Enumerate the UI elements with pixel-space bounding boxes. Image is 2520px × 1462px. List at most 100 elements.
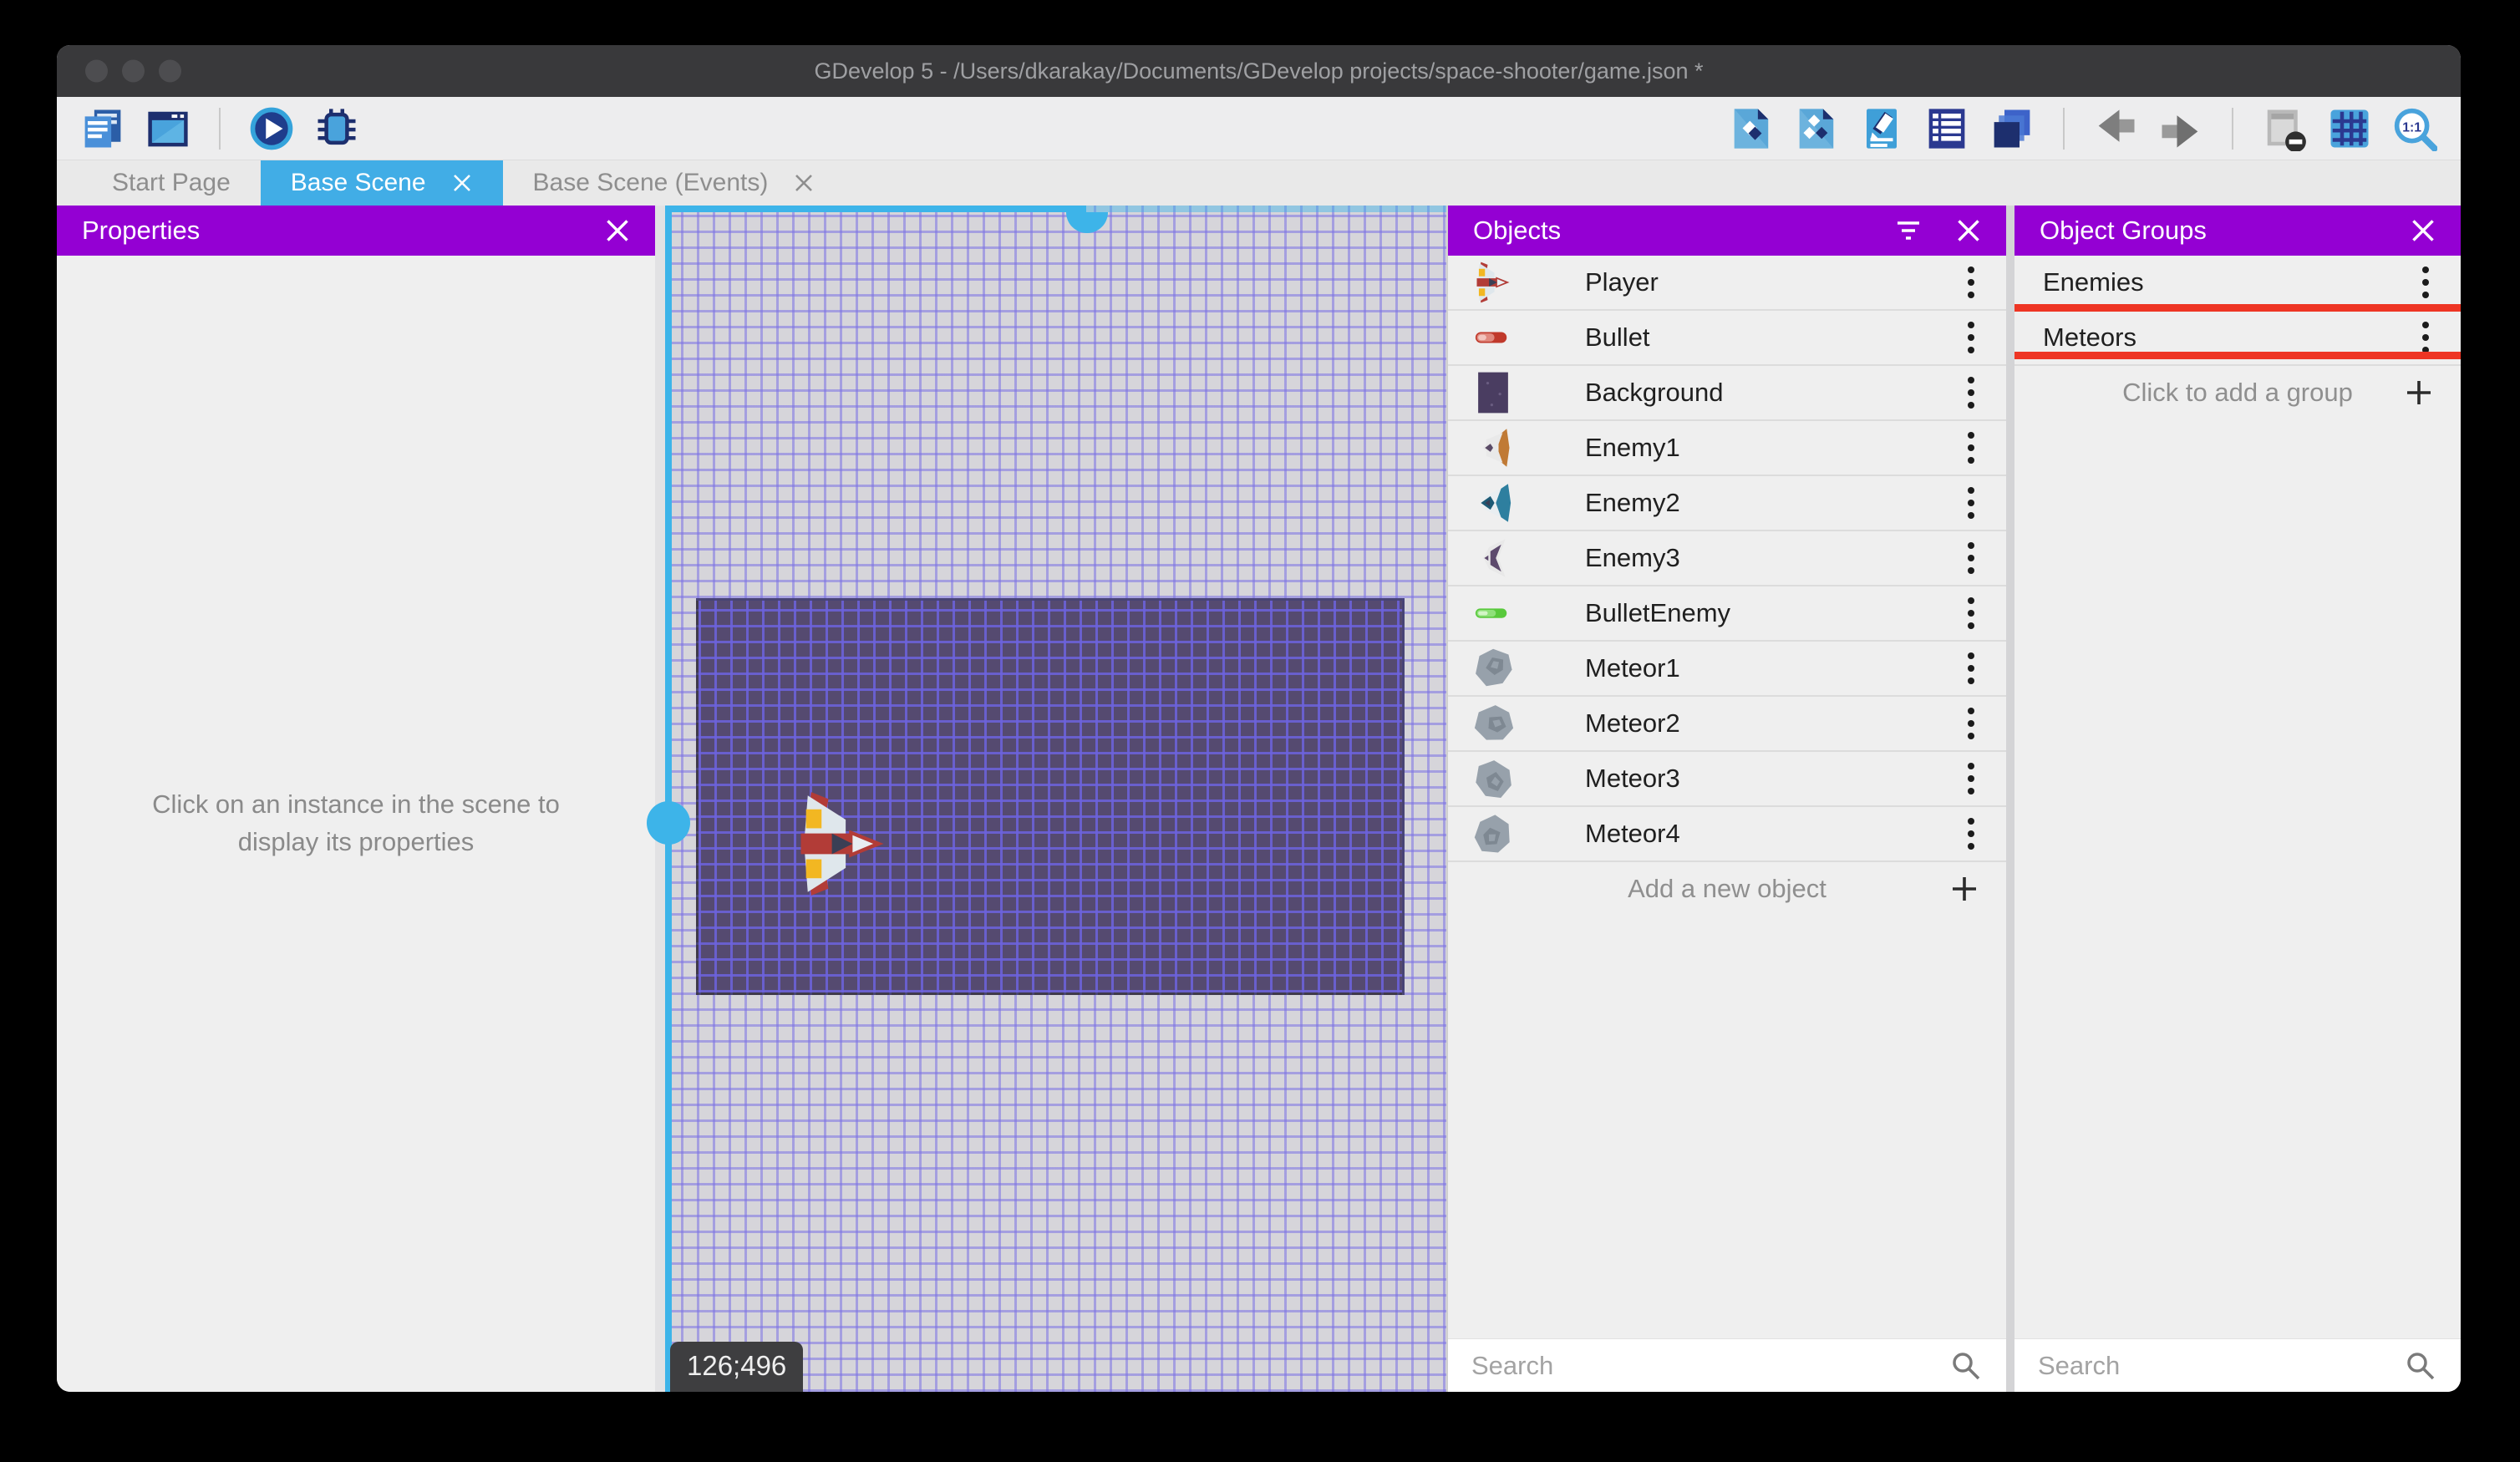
object-row-enemy2[interactable]: Enemy2 xyxy=(1448,476,2006,531)
object-row-meteor2[interactable]: Meteor2 xyxy=(1448,697,2006,752)
scene-editor-icon[interactable] xyxy=(144,104,192,153)
object-row-player[interactable]: Player xyxy=(1448,256,2006,311)
kebab-menu-icon[interactable] xyxy=(1959,592,1983,634)
object-row-meteor1[interactable]: Meteor1 xyxy=(1448,642,2006,697)
object-groups-panel-title: Object Groups xyxy=(2040,216,2207,245)
object-name: Player xyxy=(1585,267,1659,297)
zoom-window-button[interactable] xyxy=(159,59,181,83)
add-group-label: Click to add a group xyxy=(2122,378,2353,407)
object-row-meteor4[interactable]: Meteor4 xyxy=(1448,807,2006,862)
search-icon xyxy=(1953,1352,1980,1379)
group-name: Meteors xyxy=(2043,322,2136,352)
tab-start-page[interactable]: Start Page xyxy=(82,160,261,206)
zoom-1-1-icon[interactable]: 1:1 xyxy=(2390,104,2439,153)
tab-base-scene[interactable]: Base Scene xyxy=(260,160,503,206)
kebab-menu-icon[interactable] xyxy=(1959,317,1983,358)
object-name: Meteor4 xyxy=(1585,819,1680,848)
tab-label: Base Scene (Events) xyxy=(532,169,769,196)
tab-base-scene-events-[interactable]: Base Scene (Events) xyxy=(503,160,846,206)
enemy-bullet-icon xyxy=(1471,591,1515,635)
close-icon[interactable] xyxy=(1956,218,1981,243)
kebab-menu-icon[interactable] xyxy=(1959,427,1983,469)
toolbar-left-group xyxy=(79,104,361,153)
objects-panel-icon[interactable] xyxy=(1727,104,1776,153)
group-name: Enemies xyxy=(2043,267,2144,297)
object-name: Meteor3 xyxy=(1585,764,1680,793)
mask-instances-icon[interactable] xyxy=(2260,104,2309,153)
group-row-meteors[interactable]: Meteors xyxy=(2014,311,2461,366)
bullet-icon xyxy=(1471,316,1515,359)
objects-list: Player Bullet Background Enemy1 Enemy2 Enemy3… xyxy=(1448,256,2006,1338)
meteor-icon xyxy=(1468,809,1518,859)
instances-list-icon[interactable] xyxy=(1923,104,1971,153)
plus-icon xyxy=(1948,872,1981,906)
object-row-background[interactable]: Background xyxy=(1448,366,2006,421)
object-row-enemy3[interactable]: Enemy3 xyxy=(1448,531,2006,586)
object-name: Enemy2 xyxy=(1585,488,1680,517)
toolbar: 1:1 xyxy=(57,97,2461,160)
grid-icon[interactable] xyxy=(2325,104,2374,153)
minimize-window-button[interactable] xyxy=(122,59,145,83)
object-name: Meteor2 xyxy=(1585,708,1680,738)
kebab-menu-icon[interactable] xyxy=(1959,537,1983,579)
close-icon[interactable] xyxy=(793,172,815,194)
object-row-bulletenemy[interactable]: BulletEnemy xyxy=(1448,586,2006,642)
close-window-button[interactable] xyxy=(85,59,108,83)
svg-text:1:1: 1:1 xyxy=(2402,120,2421,135)
group-row-enemies[interactable]: Enemies xyxy=(2014,256,2461,311)
layers-panel-icon[interactable] xyxy=(1988,104,2036,153)
player-ship-icon xyxy=(1471,261,1515,304)
tab-label: Base Scene xyxy=(290,169,426,196)
kebab-menu-icon[interactable] xyxy=(1959,261,1983,303)
kebab-menu-icon[interactable] xyxy=(1959,703,1983,744)
kebab-menu-icon[interactable] xyxy=(1959,482,1983,524)
object-row-bullet[interactable]: Bullet xyxy=(1448,311,2006,366)
cursor-coordinates: 126;496 xyxy=(670,1342,804,1392)
search-input[interactable] xyxy=(2038,1350,2404,1381)
objects-search-bar xyxy=(1448,1338,2006,1392)
properties-panel-icon[interactable] xyxy=(1857,104,1906,153)
search-input[interactable] xyxy=(1471,1350,1949,1381)
kebab-menu-icon[interactable] xyxy=(1959,372,1983,414)
filter-icon[interactable] xyxy=(1896,218,1921,243)
resize-handle-top[interactable] xyxy=(1066,212,1108,233)
selection-outline-left xyxy=(665,206,672,1392)
toolbar-separator xyxy=(2232,107,2233,150)
add-object-button[interactable]: Add a new object xyxy=(1448,862,2006,916)
object-name: BulletEnemy xyxy=(1585,598,1731,627)
undo-icon[interactable] xyxy=(2091,104,2140,153)
kebab-menu-icon[interactable] xyxy=(2414,261,2437,303)
main-area: Properties Click on an instance in the s… xyxy=(57,206,2461,1392)
close-icon[interactable] xyxy=(451,172,473,194)
add-group-button[interactable]: Click to add a group xyxy=(2014,366,2461,419)
close-icon[interactable] xyxy=(2411,218,2436,243)
object-name: Bullet xyxy=(1585,322,1650,352)
redo-icon[interactable] xyxy=(2157,104,2205,153)
object-groups-list: Enemies Meteors Click to add a group xyxy=(2014,256,2461,1338)
meteor-icon xyxy=(1464,639,1522,697)
kebab-menu-icon[interactable] xyxy=(2414,317,2437,358)
debug-icon[interactable] xyxy=(312,104,361,153)
enemy2-ship-icon xyxy=(1471,481,1515,525)
scene-canvas[interactable]: 126;496 xyxy=(647,206,1446,1392)
play-icon[interactable] xyxy=(247,104,296,153)
tab-label: Start Page xyxy=(112,169,231,196)
kebab-menu-icon[interactable] xyxy=(1959,813,1983,855)
objects-panel: Objects Player Bullet Background Enemy1 Enem… xyxy=(1446,206,2006,1392)
search-icon xyxy=(2407,1352,2435,1379)
object-row-enemy1[interactable]: Enemy1 xyxy=(1448,421,2006,476)
kebab-menu-icon[interactable] xyxy=(1959,647,1983,689)
object-groups-panel-icon[interactable] xyxy=(1792,104,1841,153)
panel-divider xyxy=(2006,206,2014,1392)
object-row-meteor3[interactable]: Meteor3 xyxy=(1448,752,2006,807)
close-icon[interactable] xyxy=(605,218,630,243)
project-manager-icon[interactable] xyxy=(79,104,127,153)
properties-panel-title: Properties xyxy=(82,216,201,245)
title-bar: GDevelop 5 - /Users/dkarakay/Documents/G… xyxy=(57,45,2461,97)
object-name: Meteor1 xyxy=(1585,653,1680,683)
resize-handle-left[interactable] xyxy=(647,801,690,845)
selection-outline-top xyxy=(665,206,1086,212)
kebab-menu-icon[interactable] xyxy=(1959,758,1983,800)
player-instance[interactable] xyxy=(787,789,897,899)
window-title: GDevelop 5 - /Users/dkarakay/Documents/G… xyxy=(814,58,1704,84)
